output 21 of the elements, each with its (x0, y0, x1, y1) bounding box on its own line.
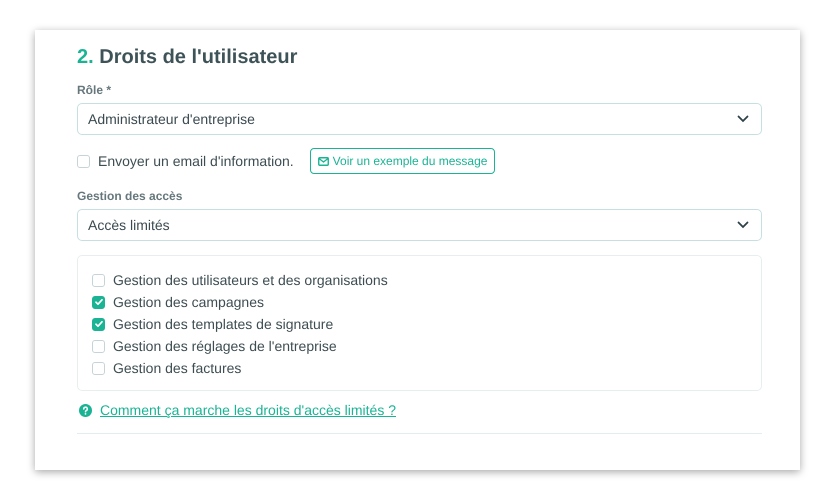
checkbox[interactable] (92, 340, 105, 352)
checkbox-label: Envoyer un email d'information. (98, 153, 294, 169)
checkbox[interactable] (92, 274, 105, 286)
checkbox[interactable] (92, 296, 105, 308)
permission-label: Gestion des réglages de l'entreprise (113, 338, 337, 354)
permission-label: Gestion des campagnes (113, 294, 264, 310)
envelope-icon (318, 156, 329, 166)
select-field[interactable]: Administrateur d'entreprise (77, 103, 762, 135)
checkbox[interactable] (92, 318, 105, 330)
permission-label: Gestion des templates de signature (113, 316, 334, 332)
section-title: 2. Droits de l'utilisateur (77, 45, 298, 70)
checkbox[interactable] (77, 154, 90, 168)
permission-label: Gestion des factures (113, 360, 242, 376)
chevron-down-icon (737, 221, 749, 229)
chevron-down-icon (737, 115, 749, 123)
checkbox[interactable] (92, 362, 105, 374)
field-label: Gestion des accès (77, 189, 184, 203)
select-field[interactable]: Accès limités (77, 209, 762, 241)
field-label: Rôle * (77, 83, 112, 97)
permission-label: Gestion des utilisateurs et des organisations (113, 272, 388, 288)
help-icon (79, 404, 92, 416)
